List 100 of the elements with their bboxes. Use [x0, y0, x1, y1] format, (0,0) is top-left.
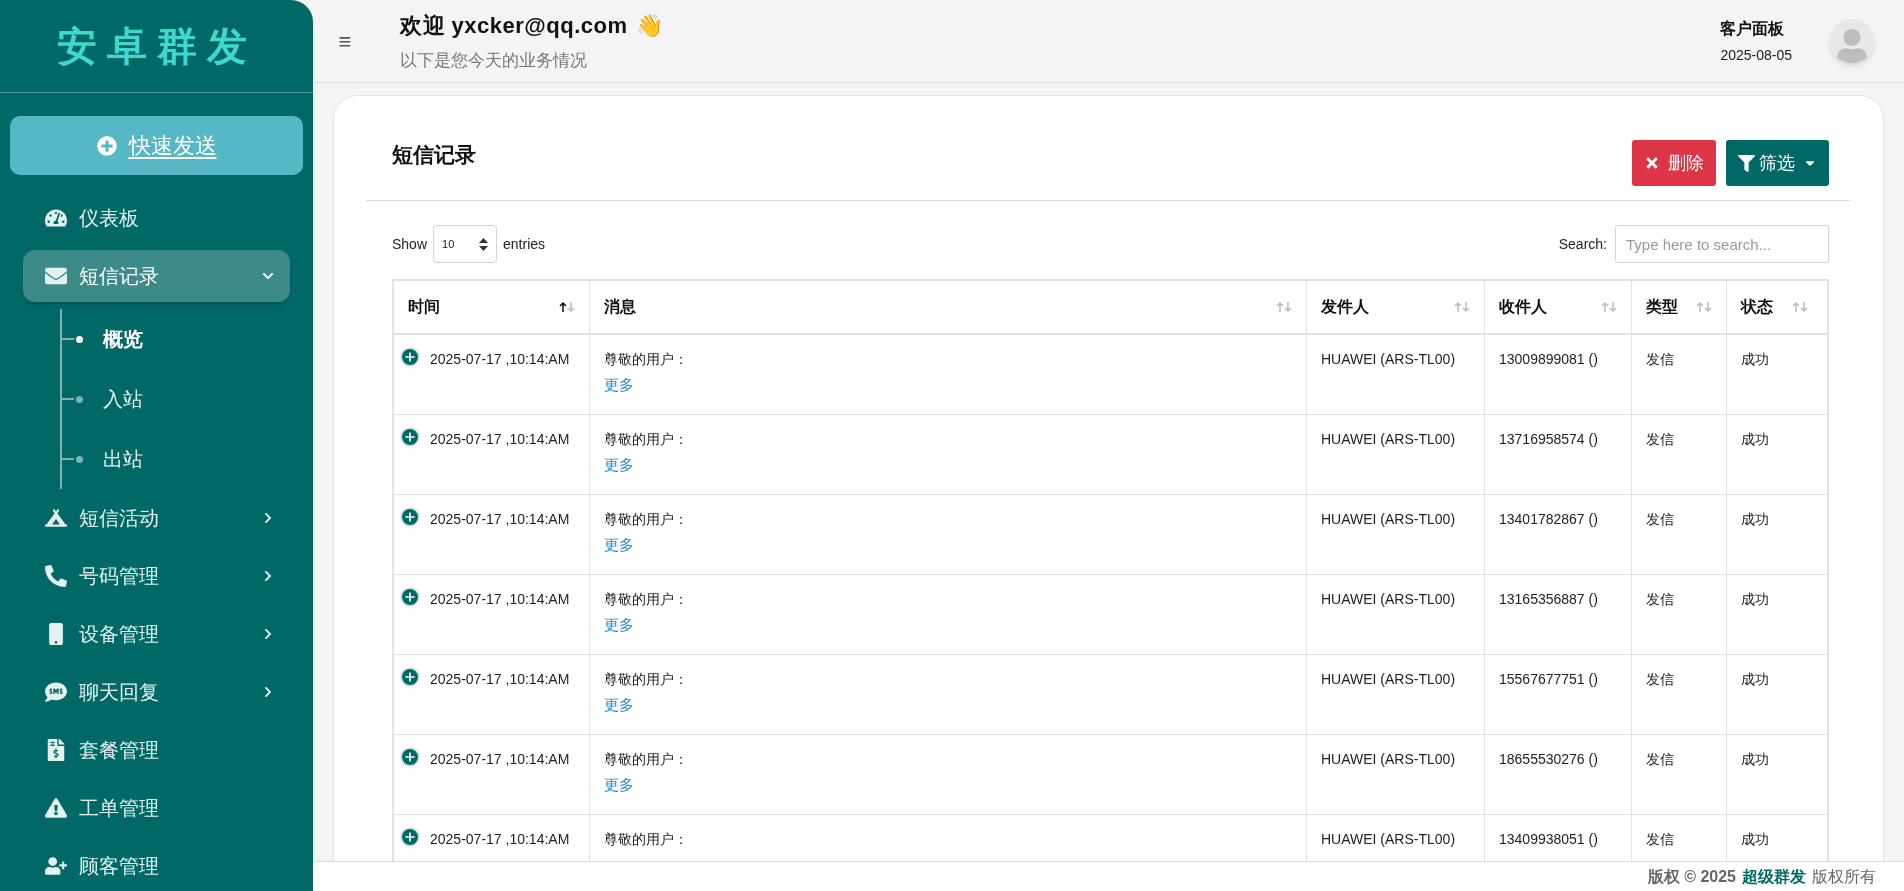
expand-row-icon[interactable] — [400, 667, 420, 687]
envelope-icon — [45, 265, 67, 287]
table-cell: 发信 — [1646, 671, 1674, 687]
close-icon — [1644, 155, 1660, 171]
user-plus-icon — [45, 855, 67, 877]
column-header[interactable]: 收件人 — [1485, 281, 1632, 333]
brand-link[interactable]: 超级群发 — [1742, 864, 1806, 889]
table-cell: HUAWEI (ARS-TL00) — [1321, 431, 1456, 447]
sidebar-item[interactable]: 短信活动 — [23, 492, 290, 544]
more-link[interactable]: 更多 — [604, 774, 634, 797]
panel-title: 客户面板 — [1720, 18, 1786, 39]
sidebar-item[interactable]: 号码管理 — [23, 550, 290, 602]
phone-icon — [45, 565, 67, 587]
sidebar-item[interactable]: 套餐管理 — [23, 724, 290, 776]
table-cell: 发信 — [1646, 591, 1674, 607]
expand-row-icon[interactable] — [400, 747, 420, 767]
card-title: 短信记录 — [392, 142, 476, 169]
table-cell: HUAWEI (ARS-TL00) — [1321, 351, 1456, 367]
entries-label: entries — [503, 234, 546, 254]
sidebar-item[interactable]: 聊天回复 — [23, 666, 290, 718]
column-header[interactable]: 消息 — [590, 281, 1307, 333]
menu-button[interactable]: ≡ — [335, 24, 355, 58]
logo: 安卓群发 — [56, 23, 257, 70]
search-label: Search: — [1558, 234, 1607, 254]
table-cell-text: 尊敬的用户： — [604, 670, 688, 689]
more-link[interactable]: 更多 — [604, 614, 634, 637]
table-cell: 发信 — [1646, 831, 1674, 847]
table-cell: HUAWEI (ARS-TL00) — [1321, 831, 1456, 847]
table-cell: HUAWEI (ARS-TL00) — [1321, 671, 1456, 687]
table-cell-text: 尊敬的用户： — [604, 430, 688, 449]
more-link[interactable]: 更多 — [604, 454, 634, 477]
sidebar-item[interactable]: 顾客管理 — [23, 840, 290, 891]
table-cell: HUAWEI (ARS-TL00) — [1321, 511, 1456, 527]
sidebar-item[interactable]: 短信记录 — [23, 250, 290, 302]
table-cell-text: 尊敬的用户： — [604, 350, 688, 369]
tent-icon — [45, 507, 67, 529]
more-link[interactable]: 更多 — [604, 374, 634, 397]
more-link[interactable]: 更多 — [604, 694, 634, 717]
table-cell: 13165356887 () — [1499, 591, 1598, 607]
table-cell: 成功 — [1741, 831, 1769, 847]
table-cell: 13409938051 () — [1499, 831, 1598, 847]
sidebar-item[interactable]: 仪表板 — [23, 192, 290, 244]
invoice-icon — [45, 739, 67, 761]
sidebar-item[interactable]: 工单管理 — [23, 782, 290, 834]
search-field[interactable]: Type here to search... — [1615, 225, 1829, 263]
table-cell: 成功 — [1741, 751, 1769, 767]
table-cell: HUAWEI (ARS-TL00) — [1321, 591, 1456, 607]
rights-text: 版权所有 — [1812, 866, 1876, 887]
table-cell: 13716958574 () — [1499, 431, 1598, 447]
table-cell: 13401782867 () — [1499, 511, 1598, 527]
warning-icon — [45, 797, 67, 819]
table-cell-text: 2025-07-17 ,10:14:AM — [430, 590, 570, 609]
copyright-text: 版权 © 2025 — [1647, 866, 1736, 887]
table-cell-text: 2025-07-17 ,10:14:AM — [430, 670, 570, 689]
expand-row-icon[interactable] — [400, 427, 420, 447]
table-cell: 发信 — [1646, 431, 1674, 447]
column-header[interactable]: 时间 — [394, 281, 590, 333]
sidebar-subitem[interactable]: 出站 — [103, 444, 143, 474]
table-cell: 18655530276 () — [1499, 751, 1598, 767]
expand-row-icon[interactable] — [400, 827, 420, 847]
table-cell: 发信 — [1646, 351, 1674, 367]
table-cell-text: 2025-07-17 ,10:14:AM — [430, 430, 570, 449]
expand-row-icon[interactable] — [400, 507, 420, 527]
table-cell-text: 2025-07-17 ,10:14:AM — [430, 830, 570, 849]
table-cell: 成功 — [1741, 511, 1769, 527]
expand-row-icon[interactable] — [400, 587, 420, 607]
table-cell: 成功 — [1741, 351, 1769, 367]
column-header[interactable]: 状态 — [1727, 281, 1822, 333]
date: 2025-08-05 — [1720, 45, 1792, 65]
table-cell-text: 尊敬的用户： — [604, 830, 688, 849]
table-cell: 成功 — [1741, 671, 1769, 687]
table-cell-text: 尊敬的用户： — [604, 590, 688, 609]
sidebar-item[interactable]: 设备管理 — [23, 608, 290, 660]
table-cell: 发信 — [1646, 511, 1674, 527]
filter-icon — [1738, 154, 1755, 172]
show-label: Show — [392, 234, 428, 254]
expand-row-icon[interactable] — [400, 347, 420, 367]
table-cell-text: 2025-07-17 ,10:14:AM — [430, 350, 570, 369]
gauge-icon — [45, 207, 67, 229]
table-cell-text: 尊敬的用户： — [604, 510, 688, 529]
column-header[interactable]: 发件人 — [1307, 281, 1485, 333]
table-cell: 13009899081 () — [1499, 351, 1598, 367]
sidebar-subitem[interactable]: 概览 — [103, 324, 143, 354]
table-cell-text: 2025-07-17 ,10:14:AM — [430, 750, 570, 769]
filter-button[interactable]: 筛选 — [1726, 140, 1829, 186]
column-header[interactable]: 类型 — [1632, 281, 1727, 333]
updown-caret-icon — [479, 237, 489, 251]
table-cell: 成功 — [1741, 431, 1769, 447]
sidebar-subitem[interactable]: 入站 — [103, 384, 143, 414]
sms-bubble-icon — [45, 681, 67, 703]
table-cell: HUAWEI (ARS-TL00) — [1321, 751, 1456, 767]
delete-button[interactable]: 删除 — [1632, 140, 1716, 186]
more-link[interactable]: 更多 — [604, 534, 634, 557]
plus-icon — [96, 135, 117, 156]
table-cell-text: 2025-07-17 ,10:14:AM — [430, 510, 570, 529]
waving-hand-icon: 👋 — [635, 8, 663, 42]
page-size-select[interactable]: 10 — [433, 225, 498, 263]
table-cell: 15567677751 () — [1499, 671, 1598, 687]
table-cell: 发信 — [1646, 751, 1674, 767]
user-silhouette-icon — [1835, 29, 1869, 63]
